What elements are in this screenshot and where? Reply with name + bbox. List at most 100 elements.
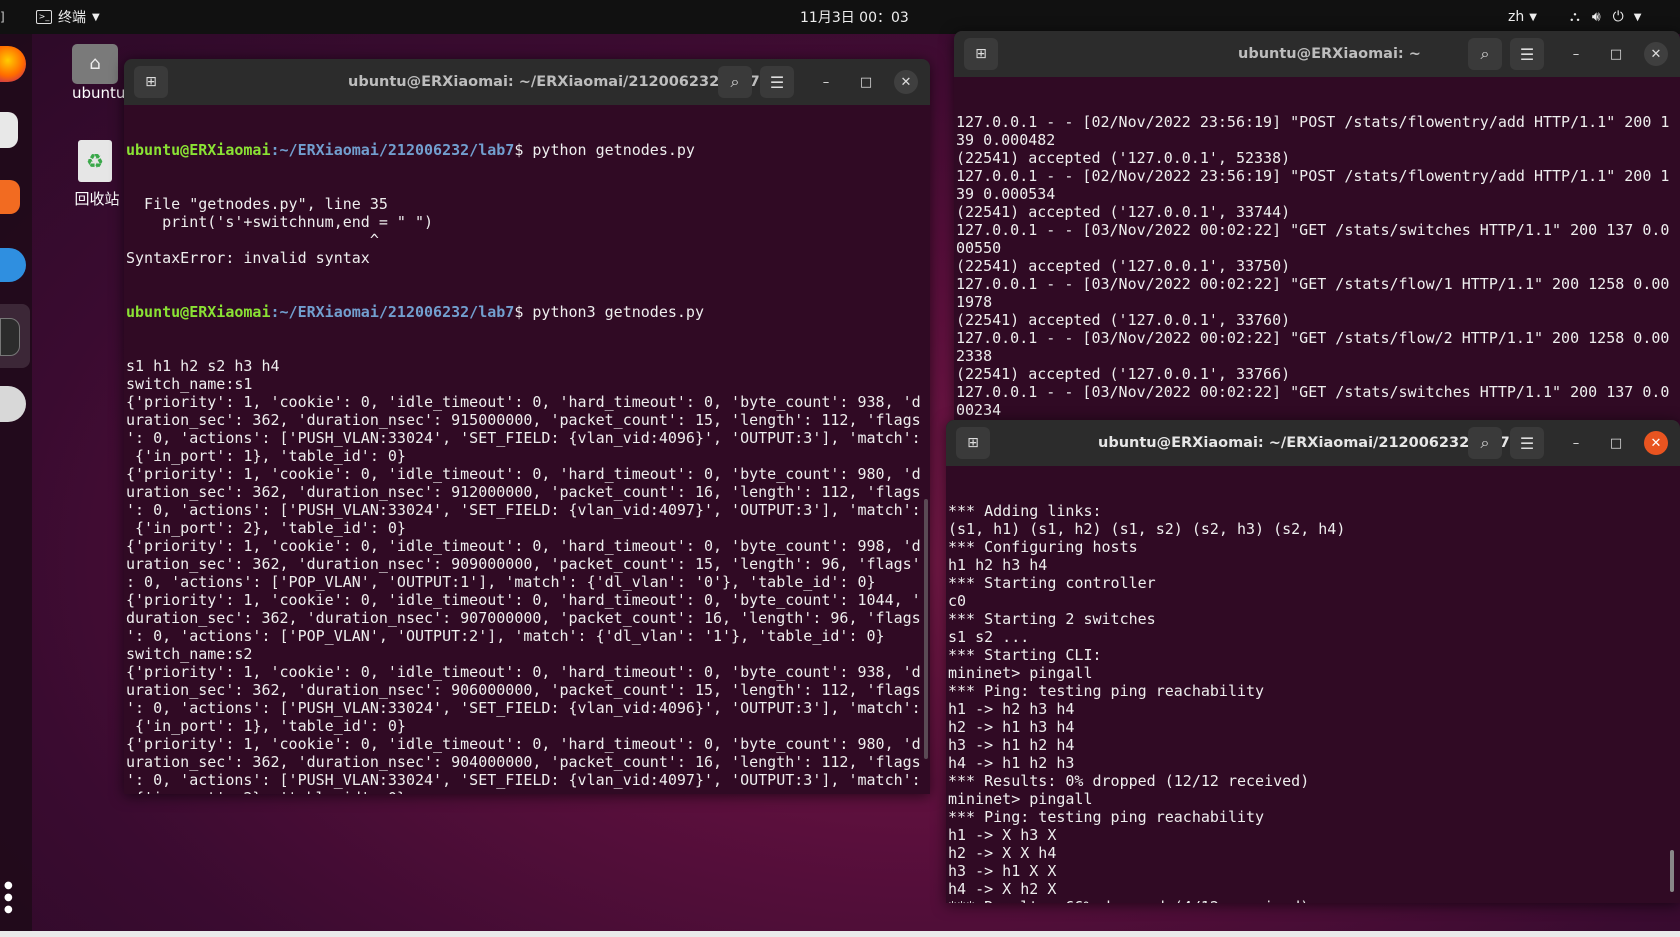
- output-line: *** Results: 0% dropped (12/12 received): [948, 772, 1310, 790]
- terminal-titlebar[interactable]: ⊞ ubuntu@ERXiaomai: ~/ERXiaomai/21200623…: [124, 59, 930, 105]
- output-line: h1 -> h2 h3 h4: [948, 700, 1075, 718]
- output-line: *** Ping: testing ping reachability: [948, 682, 1265, 700]
- output-line: h3 -> h1 h2 h4: [948, 736, 1075, 754]
- output-line: switch_name:s2: [126, 645, 253, 663]
- input-method-menu[interactable]: zh ▼: [1508, 0, 1537, 34]
- output-line: 2338: [956, 347, 993, 365]
- output-line: *** Configuring hosts: [948, 538, 1138, 556]
- output-line: uration_sec': 362, 'duration_nsec': 9120…: [126, 483, 921, 501]
- output-line: c0: [948, 592, 967, 610]
- output-line: uration_sec': 362, 'duration_nsec': 9040…: [126, 753, 921, 771]
- output-line: {'priority': 1, 'cookie': 0, 'idle_timeo…: [126, 465, 921, 483]
- minimize-icon: –: [1572, 435, 1580, 451]
- minimize-button[interactable]: –: [1564, 42, 1588, 66]
- terminal-window-mininet[interactable]: ⊞ ubuntu@ERXiaomai: ~/ERXiaomai/21200623…: [946, 420, 1680, 903]
- output-line: (22541) accepted ('127.0.0.1', 33750): [956, 257, 1291, 275]
- hamburger-icon: ☰: [769, 72, 785, 92]
- flow-output: s1 h1 h2 s2 h3 h4 switch_name:s1 {'priorit…: [126, 357, 930, 794]
- prompt-line: ubuntu@ERXiaomai:~/ERXiaomai/212006232/l…: [126, 141, 930, 159]
- output-line: h1 h2 h3 h4: [948, 556, 1048, 574]
- new-tab-button[interactable]: ⊞: [956, 427, 990, 459]
- terminal-output[interactable]: *** Adding links: (s1, h1) (s1, h2) (s1, …: [946, 466, 1680, 903]
- output-line: ': 0, 'actions': ['PUSH_VLAN:33024', 'SE…: [126, 699, 921, 717]
- maximize-button[interactable]: □: [1604, 431, 1628, 455]
- activities-edge[interactable]: ]: [0, 0, 8, 34]
- terminal-output[interactable]: 127.0.0.1 - - [02/Nov/2022 23:56:19] "PO…: [954, 77, 1680, 420]
- top-panel: ] >_ 终端 ▼ 11月3日 00：03 zh ▼ ⛬ 🔊︎ ⏻ ▼: [0, 0, 1680, 34]
- search-button[interactable]: ⌕: [1468, 427, 1502, 459]
- terminal-titlebar[interactable]: ⊞ ubuntu@ERXiaomai: ~ ⌕ ☰ – □ ✕: [954, 31, 1680, 77]
- output-line: {'priority': 1, 'cookie': 0, 'idle_timeo…: [126, 663, 921, 681]
- menu-button[interactable]: ☰: [1510, 427, 1544, 459]
- output-line: s1 s2 ...: [948, 628, 1030, 646]
- window-title: ubuntu@ERXiaomai: ~/ERXiaomai/212006232/…: [348, 74, 760, 90]
- app-menu[interactable]: >_ 终端 ▼: [36, 0, 100, 34]
- output-line: {'in_port': 2}, 'table_id': 0}: [126, 789, 930, 794]
- search-icon: ⌕: [1480, 433, 1490, 452]
- window-title: ubuntu@ERXiaomai: ~/ERXiaomai/212006232/…: [1098, 435, 1510, 451]
- output-line: ': 0, 'actions': ['PUSH_VLAN:33024', 'SE…: [126, 501, 921, 519]
- output-line: print('s'+switchnum,end = " "): [126, 213, 434, 231]
- output-line: (22541) accepted ('127.0.0.1', 33744): [956, 203, 1291, 221]
- close-button[interactable]: ✕: [1644, 431, 1668, 455]
- minimize-button[interactable]: –: [814, 70, 838, 94]
- output-line: mininet> pingall: [948, 664, 1093, 682]
- minimize-button[interactable]: –: [1564, 431, 1588, 455]
- maximize-button[interactable]: □: [854, 70, 878, 94]
- clock[interactable]: 11月3日 00：03: [800, 0, 909, 34]
- output-line: {'in_port': 1}, 'table_id': 0}: [126, 717, 406, 735]
- output-line: 127.0.0.1 - - [03/Nov/2022 00:02:22] "GE…: [956, 275, 1670, 293]
- clock-label: 11月3日 00：03: [800, 10, 909, 26]
- firefox-icon[interactable]: [0, 46, 26, 82]
- output-line: (22541) accepted ('127.0.0.1', 33760): [956, 311, 1291, 329]
- terminal-icon[interactable]: [0, 318, 20, 356]
- output-line: switch_name:s1: [126, 375, 253, 393]
- software-center-icon[interactable]: [0, 180, 20, 214]
- terminal-output[interactable]: ubuntu@ERXiaomai:~/ERXiaomai/212006232/l…: [124, 105, 930, 794]
- output-line: (22541) accepted ('127.0.0.1', 33766): [956, 365, 1291, 383]
- new-tab-button[interactable]: ⊞: [134, 66, 168, 98]
- maximize-icon: □: [1609, 435, 1623, 451]
- output-line: 127.0.0.1 - - [03/Nov/2022 00:02:22] "GE…: [956, 329, 1670, 347]
- output-line: uration_sec': 362, 'duration_nsec': 9060…: [126, 681, 921, 699]
- files-icon[interactable]: [0, 112, 18, 148]
- output-line: duration_sec': 362, 'duration_nsec': 907…: [126, 609, 921, 627]
- output-line: (22541) accepted ('127.0.0.1', 52338): [956, 149, 1291, 167]
- output-line: 00234: [956, 401, 1002, 419]
- close-button[interactable]: ✕: [894, 70, 918, 94]
- maximize-button[interactable]: □: [1604, 42, 1628, 66]
- new-tab-icon: ⊞: [967, 435, 979, 451]
- terminal-window-ryu[interactable]: ⊞ ubuntu@ERXiaomai: ~ ⌕ ☰ – □ ✕ 127.0.0.…: [954, 31, 1680, 420]
- terminal-titlebar[interactable]: ⊞ ubuntu@ERXiaomai: ~/ERXiaomai/21200623…: [946, 420, 1680, 466]
- disc-icon[interactable]: [0, 386, 26, 422]
- show-apps-icon[interactable]: ● ● ●: [4, 880, 13, 916]
- terminal-window-getnodes[interactable]: ⊞ ubuntu@ERXiaomai: ~/ERXiaomai/21200623…: [124, 59, 930, 794]
- search-button[interactable]: ⌕: [718, 66, 752, 98]
- terminal-app-icon: >_: [36, 10, 52, 24]
- help-icon[interactable]: [0, 248, 26, 282]
- output-line: mininet> pingall: [948, 790, 1093, 808]
- output-line: ^: [126, 231, 379, 249]
- output-line: SyntaxError: invalid syntax: [126, 249, 370, 267]
- output-line: *** Starting 2 switches: [948, 610, 1156, 628]
- output-line: File "getnodes.py", line 35: [126, 195, 388, 213]
- output-line: uration_sec': 362, 'duration_nsec': 9150…: [126, 411, 921, 429]
- output-line: {'priority': 1, 'cookie': 0, 'idle_timeo…: [126, 735, 921, 753]
- desktop-trash-icon-area[interactable]: ♻ 回收站: [70, 136, 120, 208]
- new-tab-button[interactable]: ⊞: [964, 38, 998, 70]
- system-menu[interactable]: ⛬ 🔊︎ ⏻ ▼: [1570, 0, 1641, 34]
- output-line: *** Results: 66% dropped (4/12 received): [948, 898, 1680, 903]
- output-line: h3 -> h1 X X: [948, 862, 1057, 880]
- volume-icon: 🔊︎: [1591, 9, 1601, 25]
- scrollbar[interactable]: [1670, 850, 1674, 892]
- output-line: s1 h1 h2 s2 h3 h4: [126, 357, 280, 375]
- trash-label: 回收站: [74, 190, 120, 208]
- menu-button[interactable]: ☰: [760, 66, 794, 98]
- search-button[interactable]: ⌕: [1468, 38, 1502, 70]
- search-icon: ⌕: [730, 72, 740, 91]
- scrollbar[interactable]: [924, 499, 928, 759]
- close-button[interactable]: ✕: [1644, 42, 1668, 66]
- input-method-label: zh: [1508, 9, 1525, 25]
- output-line: 39 0.000482: [956, 131, 1056, 149]
- menu-button[interactable]: ☰: [1510, 38, 1544, 70]
